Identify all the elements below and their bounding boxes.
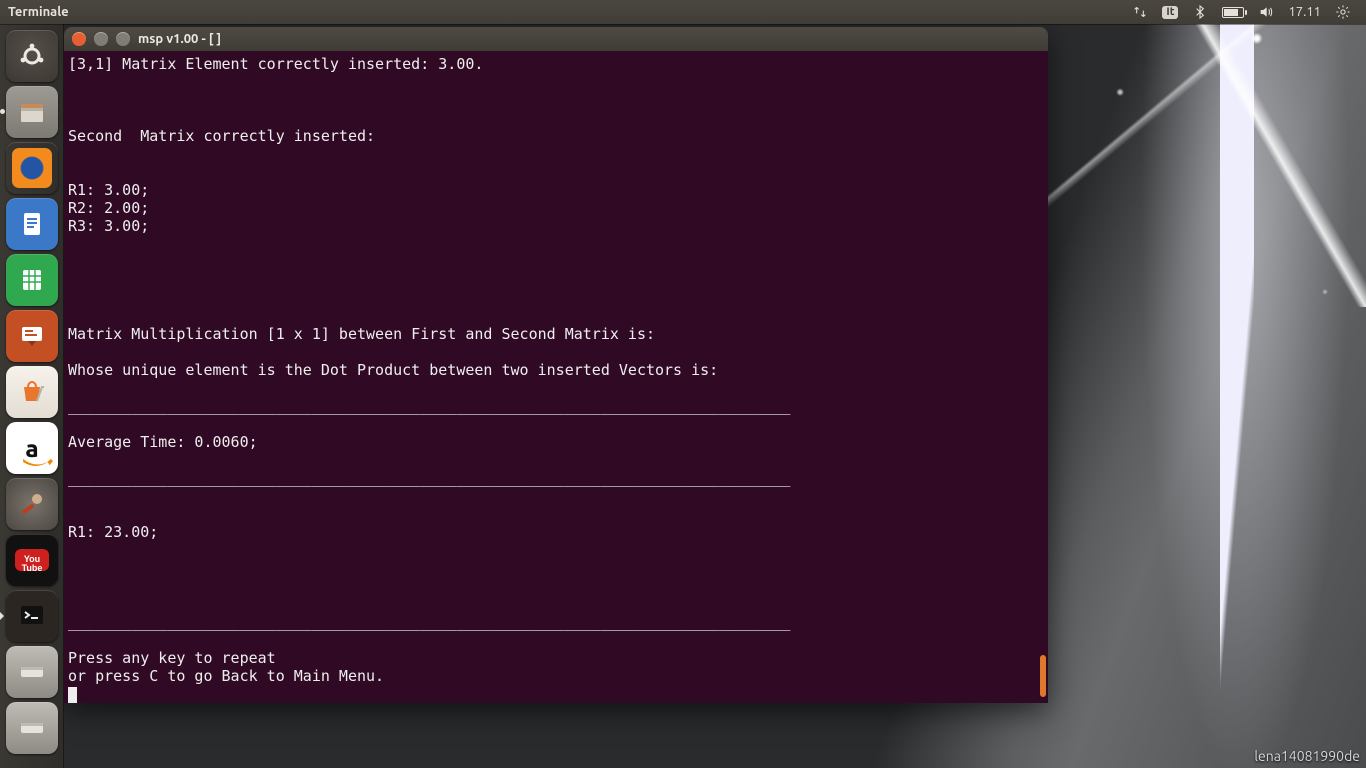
launcher-loimpress[interactable] bbox=[6, 310, 58, 362]
terminal-scrollbar-thumb[interactable] bbox=[1040, 655, 1046, 697]
svg-text:Tube: Tube bbox=[22, 563, 43, 573]
terminal-output: [3,1] Matrix Element correctly inserted:… bbox=[68, 55, 790, 685]
network-indicator[interactable] bbox=[1125, 0, 1155, 24]
network-updown-icon bbox=[1132, 4, 1148, 20]
bluetooth-icon bbox=[1192, 4, 1208, 20]
bluetooth-indicator[interactable] bbox=[1185, 0, 1215, 24]
unity-launcher: a You Tube bbox=[0, 24, 64, 768]
launcher-software-center[interactable] bbox=[6, 366, 58, 418]
battery-indicator[interactable] bbox=[1215, 0, 1251, 24]
launcher-drive-2[interactable] bbox=[6, 702, 58, 754]
launcher-system-settings[interactable] bbox=[6, 478, 58, 530]
sound-indicator[interactable] bbox=[1251, 0, 1281, 24]
launcher-terminal[interactable] bbox=[6, 590, 58, 642]
launcher-lowriter[interactable] bbox=[6, 198, 58, 250]
spreadsheet-icon bbox=[16, 264, 48, 296]
terminal-viewport[interactable]: [3,1] Matrix Element correctly inserted:… bbox=[64, 51, 1048, 703]
document-icon bbox=[16, 208, 48, 240]
ubuntu-logo-icon bbox=[16, 40, 48, 72]
amazon-icon: a bbox=[25, 435, 38, 462]
external-drive-icon bbox=[16, 712, 48, 744]
top-panel: Terminale It 17.11 bbox=[0, 0, 1366, 24]
keyboard-layout-label: It bbox=[1162, 6, 1178, 19]
launcher-files[interactable] bbox=[6, 86, 58, 138]
launcher-firefox[interactable] bbox=[6, 142, 58, 194]
active-app-title: Terminale bbox=[8, 5, 69, 19]
file-manager-icon bbox=[16, 96, 48, 128]
terminal-icon bbox=[16, 600, 48, 632]
wrench-gear-icon bbox=[16, 488, 48, 520]
keyboard-layout-indicator[interactable]: It bbox=[1155, 0, 1185, 24]
terminal-cursor bbox=[68, 687, 77, 703]
external-drive-icon bbox=[16, 656, 48, 688]
youtube-icon: You Tube bbox=[12, 546, 52, 574]
clock-text: 17.11 bbox=[1288, 5, 1321, 19]
gear-icon bbox=[1335, 4, 1351, 20]
launcher-amazon[interactable]: a bbox=[6, 422, 58, 474]
window-title: msp v1.00 - [ ] bbox=[138, 32, 221, 46]
launcher-localc[interactable] bbox=[6, 254, 58, 306]
amazon-smile-icon bbox=[21, 456, 55, 468]
launcher-dash[interactable] bbox=[6, 30, 58, 82]
battery-icon bbox=[1222, 7, 1244, 18]
launcher-drive-1[interactable] bbox=[6, 646, 58, 698]
clock[interactable]: 17.11 bbox=[1281, 0, 1328, 24]
session-indicator[interactable] bbox=[1328, 0, 1358, 24]
launcher-youtube[interactable]: You Tube bbox=[6, 534, 58, 586]
presentation-icon bbox=[16, 320, 48, 352]
firefox-icon bbox=[12, 148, 52, 188]
window-maximize-button[interactable] bbox=[116, 32, 130, 46]
wallpaper-watermark: lena14081990de bbox=[1254, 748, 1360, 764]
terminal-window: msp v1.00 - [ ] [3,1] Matrix Element cor… bbox=[64, 27, 1048, 703]
window-titlebar[interactable]: msp v1.00 - [ ] bbox=[64, 27, 1048, 51]
volume-icon bbox=[1258, 4, 1274, 20]
shopping-bag-icon bbox=[16, 376, 48, 408]
window-close-button[interactable] bbox=[72, 32, 86, 46]
window-minimize-button[interactable] bbox=[94, 32, 108, 46]
